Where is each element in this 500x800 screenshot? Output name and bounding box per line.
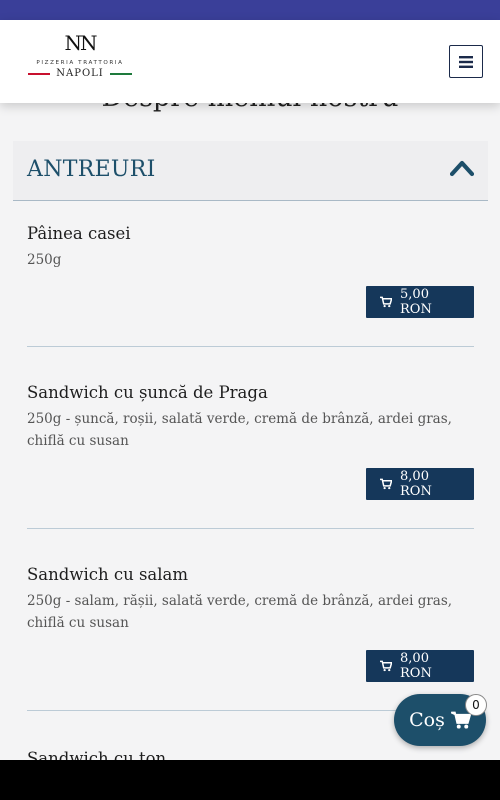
shopping-cart-icon [380, 660, 393, 672]
menu-item-name: Pâinea casei [27, 224, 131, 243]
shopping-cart-icon [380, 296, 393, 308]
logo-subtitle: PIZZERIA TRATTORIA [36, 60, 124, 66]
price-label: 5,00 RON [400, 287, 432, 317]
logo-monogram: NN [64, 31, 98, 55]
price-label: 8,00 RON [400, 469, 432, 499]
category-title: ANTREURI [27, 157, 156, 182]
menu-item-description: 250g - salam, rășii, salată verde, cremă… [27, 593, 453, 631]
cart-label: Coș [409, 709, 445, 731]
hamburger-menu-icon [459, 55, 473, 68]
menu-item: Sandwich cu salam 250g - salam, rășii, s… [27, 564, 474, 634]
menu-item: Sandwich cu șuncă de Praga 250g - șuncă,… [27, 382, 474, 452]
logo-city-row: NAPOLI [26, 68, 134, 79]
menu-item-description: 250g - șuncă, roșii, salată verde, cremă… [27, 411, 452, 449]
restaurant-logo[interactable]: NN PIZZERIA TRATTORIA NAPOLI [26, 30, 134, 92]
chevron-up-icon[interactable] [450, 158, 474, 178]
item-divider [27, 528, 474, 529]
site-header: NN PIZZERIA TRATTORIA NAPOLI [0, 20, 500, 103]
bottom-system-bar [0, 760, 500, 800]
logo-city: NAPOLI [56, 68, 104, 79]
category-accordion-header[interactable]: ANTREURI [13, 141, 488, 201]
add-to-cart-button[interactable]: 8,00 RON [366, 650, 474, 682]
price-label: 8,00 RON [400, 651, 432, 681]
menu-item-name: Sandwich cu salam [27, 565, 189, 584]
cart-count-badge: 0 [465, 694, 487, 716]
item-divider [27, 346, 474, 347]
hamburger-menu-button[interactable] [449, 45, 483, 78]
top-status-bar [0, 0, 500, 20]
menu-item: Pâinea casei 250g [27, 223, 474, 271]
flag-line-green [109, 72, 132, 75]
shopping-cart-icon [450, 711, 471, 729]
menu-item-name: Sandwich cu șuncă de Praga [27, 383, 268, 402]
flag-line-red [28, 72, 51, 75]
menu-item-description: 250g [27, 252, 62, 268]
shopping-cart-icon [380, 478, 393, 490]
add-to-cart-button[interactable]: 5,00 RON [366, 286, 474, 318]
add-to-cart-button[interactable]: 8,00 RON [366, 468, 474, 500]
